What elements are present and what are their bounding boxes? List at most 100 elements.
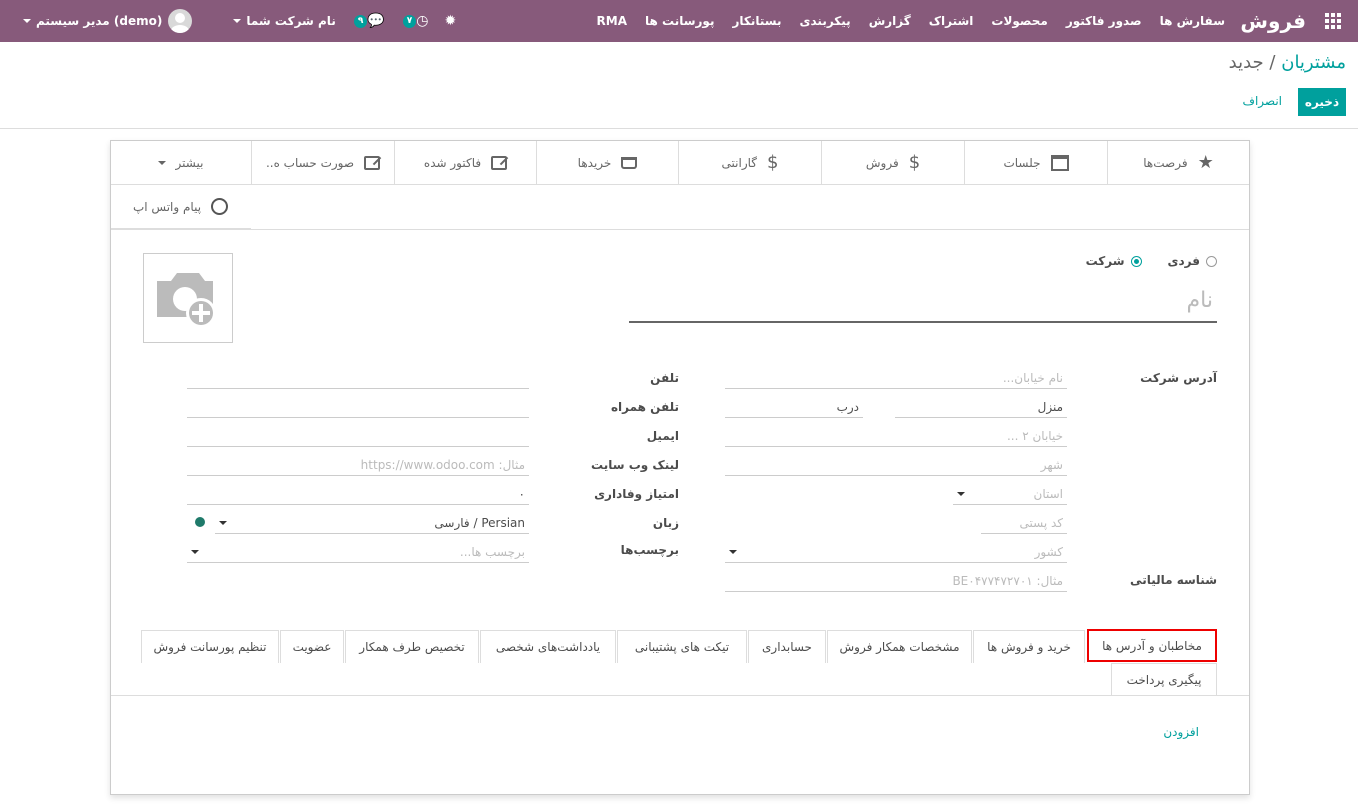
website-input[interactable]: مثال: https://www.odoo.com [187, 454, 529, 476]
state-select[interactable]: استان [953, 483, 1067, 505]
avatar-upload[interactable] [143, 253, 233, 343]
mobile-label: تلفن همراه [610, 400, 679, 414]
tab-personal-notes[interactable]: یادداشت‌های شخصی [480, 630, 616, 663]
menu-reporting[interactable]: گزارش [860, 14, 920, 28]
tab-support-tickets[interactable]: تیکت های پشتیبانی [617, 630, 747, 663]
tags-placeholder: برچسب ها... [459, 545, 525, 559]
tab-payment-followup[interactable]: پیگیری پرداخت [1111, 663, 1217, 696]
zip-input[interactable]: کد پستی [981, 512, 1067, 534]
smart-button-bills[interactable]: صورت حساب ه.. [251, 141, 394, 185]
tab-contacts-addresses[interactable]: مخاطبان و آدرس ها [1087, 629, 1217, 662]
company-name: نام شرکت شما [246, 14, 336, 28]
smart-button-label: پیام واتس اپ [132, 199, 202, 214]
chevron-down-icon [191, 550, 199, 554]
radio-individual-label: فردی [1167, 254, 1200, 268]
city-input[interactable]: شهر [725, 454, 1067, 476]
breadcrumb-separator: / [1269, 52, 1276, 73]
discard-button[interactable]: انصراف [1243, 94, 1282, 108]
smart-button-purchases[interactable]: خریدها [536, 141, 678, 185]
address-label: آدرس شرکت [1140, 371, 1217, 385]
state-placeholder: استان [1033, 487, 1063, 501]
phone-label: تلفن [650, 371, 679, 385]
add-line-link[interactable]: افزودن [1163, 725, 1199, 739]
menu-products[interactable]: محصولات [982, 14, 1056, 28]
country-placeholder: کشور [1034, 545, 1063, 559]
vat-input[interactable]: مثال: BE۰۴۷۷۴۷۲۷۰۱ [725, 570, 1067, 592]
smart-button-opportunities[interactable]: ★ فرصت‌ها [1107, 141, 1249, 185]
company-type-selector: فردی شرکت [1086, 254, 1217, 268]
email-input[interactable] [187, 425, 529, 447]
smart-button-more[interactable]: بیشتر [111, 141, 251, 185]
app-brand[interactable]: فروش [1240, 0, 1306, 42]
tags-label: برچسب‌ها [620, 543, 679, 557]
smart-button-label: صورت حساب ه.. [265, 155, 355, 170]
chevron-down-icon [957, 492, 965, 496]
dollar-icon: $ [908, 152, 921, 173]
smart-button-label: جلسات [1003, 155, 1041, 170]
smart-button-sales[interactable]: $ فروش [821, 141, 964, 185]
smart-button-meetings[interactable]: جلسات [964, 141, 1107, 185]
loyalty-input[interactable]: ۰ [187, 483, 529, 505]
street2-input[interactable]: خیابان ۲ ... [725, 425, 1067, 447]
menu-configuration[interactable]: پیکربندی [791, 14, 860, 28]
mobile-input[interactable] [187, 396, 529, 418]
menu-invoicing[interactable]: صدور فاکتور [1057, 14, 1151, 28]
cart-icon [621, 156, 638, 169]
name-input[interactable]: نام [629, 285, 1217, 323]
tab-membership[interactable]: عضویت [280, 630, 344, 663]
globe-icon[interactable] [195, 517, 205, 527]
camera-plus-icon [157, 273, 216, 328]
chat-badge: ۹ [353, 14, 368, 28]
star-icon: ★ [1197, 152, 1214, 173]
smart-button-whatsapp[interactable]: پیام واتس اپ [111, 185, 251, 229]
bug-icon: ✹ [444, 13, 457, 29]
language-select[interactable]: Persian / فارسی [215, 512, 529, 534]
radio-individual[interactable] [1206, 255, 1217, 267]
menu-orders[interactable]: سفارش ها [1151, 14, 1234, 28]
house-input[interactable]: منزل [895, 396, 1067, 418]
apps-menu-icon[interactable] [1320, 0, 1346, 42]
street-input[interactable]: نام خیابان... [725, 367, 1067, 389]
country-select[interactable]: کشور [725, 541, 1067, 563]
radio-company-label: شرکت [1085, 254, 1125, 268]
smart-button-warranty[interactable]: $ گارانتی [678, 141, 821, 185]
breadcrumb-parent[interactable]: مشتریان [1281, 52, 1346, 73]
chat-button[interactable]: ۹ 💬 [344, 13, 393, 29]
top-navbar: فروش سفارش ها صدور فاکتور محصولات اشتراک… [0, 0, 1358, 42]
control-panel-divider [0, 128, 1358, 129]
door-input[interactable]: درب [725, 396, 863, 418]
tags-input[interactable]: برچسب ها... [187, 541, 529, 563]
calendar-icon [1050, 154, 1069, 171]
breadcrumb: مشتریان / جدید [1229, 52, 1346, 73]
edit-icon [491, 155, 508, 170]
activity-button[interactable]: ۷ ◷ [393, 13, 437, 29]
menu-commissions[interactable]: پورسانت ها [636, 14, 723, 28]
menu-rma[interactable]: RMA [588, 14, 636, 28]
smart-button-label: گارانتی [721, 155, 758, 170]
menu-creditor[interactable]: بستانکار [723, 14, 790, 28]
tab-sales-partner[interactable]: مشخصات همکار فروش [827, 630, 972, 663]
save-button[interactable]: ذخیره [1298, 88, 1346, 116]
name-placeholder: نام [1186, 288, 1213, 313]
smart-button-label: خریدها [577, 155, 612, 170]
tab-commission[interactable]: تنظیم پورسانت فروش [141, 630, 279, 663]
company-switcher[interactable]: نام شرکت شما [220, 14, 343, 28]
smart-buttons-divider [111, 229, 1249, 230]
menu-subscriptions[interactable]: اشتراک [920, 14, 983, 28]
debug-button[interactable]: ✹ [436, 13, 464, 29]
language-value: Persian / فارسی [434, 516, 525, 530]
smart-button-label: فرصت‌ها [1143, 155, 1188, 170]
tab-accounting[interactable]: حسابداری [748, 630, 826, 663]
tabs-divider [111, 695, 1249, 696]
tab-sales-purchases[interactable]: خرید و فروش ها [973, 630, 1085, 663]
smart-button-invoiced[interactable]: فاکتور شده [394, 141, 536, 185]
whatsapp-icon [211, 198, 229, 215]
tab-partner-assignment[interactable]: تخصیص طرف همکار [345, 630, 479, 663]
phone-input[interactable] [187, 367, 529, 389]
breadcrumb-current: جدید [1228, 52, 1264, 73]
radio-company[interactable] [1130, 255, 1142, 267]
smart-button-label: فروش [865, 155, 899, 170]
user-menu[interactable]: مدیر سیستم (demo) [10, 9, 206, 33]
language-label: زبان [652, 516, 679, 530]
website-label: لینک وب سایت [591, 458, 679, 472]
